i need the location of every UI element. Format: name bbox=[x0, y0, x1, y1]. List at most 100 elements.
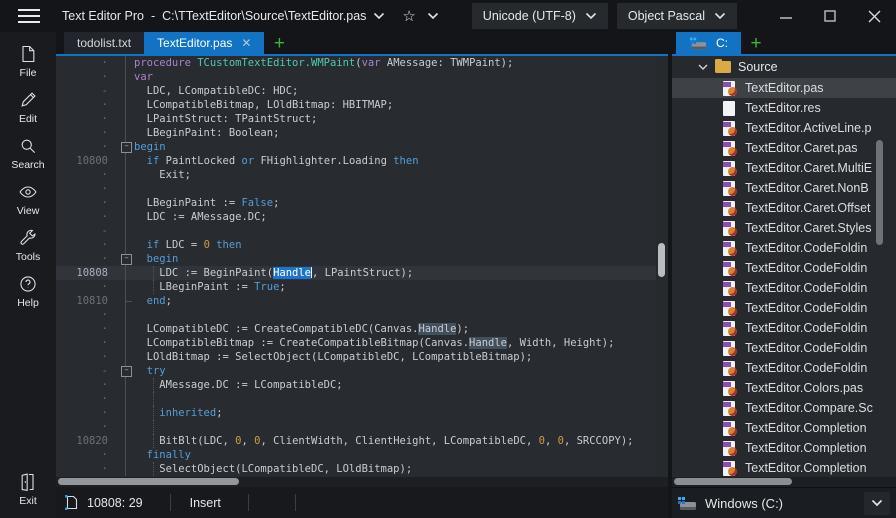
scrollbar-thumb[interactable] bbox=[674, 478, 792, 485]
app-name: Text Editor Pro bbox=[62, 9, 144, 23]
code-line[interactable]: · LBeginPaint := False; bbox=[56, 196, 656, 210]
tab-close-icon[interactable]: ✕ bbox=[241, 37, 251, 49]
file-item[interactable]: TextEditor.Caret.pas bbox=[672, 138, 896, 158]
line-number: · bbox=[101, 253, 108, 265]
code-text: begin bbox=[134, 141, 166, 153]
file-item[interactable]: TextEditor.Completion bbox=[672, 438, 896, 458]
code-line[interactable]: · bbox=[56, 420, 656, 434]
code-line[interactable]: · Exit; bbox=[56, 168, 656, 182]
menu-icon[interactable] bbox=[18, 9, 40, 23]
editor-horizontal-scrollbar[interactable] bbox=[56, 477, 668, 487]
file-item[interactable]: TextEditor.Caret.Offset bbox=[672, 198, 896, 218]
file-item[interactable]: TextEditor.CodeFoldin bbox=[672, 298, 896, 318]
scrollbar-thumb[interactable] bbox=[658, 243, 665, 277]
code-line[interactable]: · procedure TCustomTextEditor.WMPaint(var… bbox=[56, 56, 656, 70]
scrollbar-thumb[interactable] bbox=[58, 478, 239, 485]
code-line[interactable]: · LCompatibleDC := CreateCompatibleDC(Ca… bbox=[56, 322, 656, 336]
code-line[interactable]: · bbox=[56, 182, 656, 196]
explorer-vertical-scrollbar[interactable] bbox=[876, 140, 883, 245]
code-line[interactable]: - LDC, LCompatibleDC: HDC; bbox=[56, 84, 656, 98]
code-line[interactable]: · begin bbox=[56, 140, 656, 154]
file-item[interactable]: TextEditor.CodeFoldin bbox=[672, 318, 896, 338]
code-line[interactable]: · if LDC = 0 then bbox=[56, 238, 656, 252]
code-line[interactable]: · bbox=[56, 392, 656, 406]
code-line[interactable]: - bbox=[56, 224, 656, 238]
sidebar-item-search[interactable]: Search bbox=[0, 130, 56, 176]
code-line[interactable]: 10810 end; bbox=[56, 294, 656, 308]
minimize-button[interactable] bbox=[764, 0, 808, 32]
sidebar-item-tools[interactable]: Tools bbox=[0, 222, 56, 268]
encoding-selector[interactable]: Unicode (UTF-8) bbox=[471, 3, 608, 29]
code-line[interactable]: · LCompatibleBitmap, LOldBitmap: HBITMAP… bbox=[56, 98, 656, 112]
pascal-file-icon bbox=[722, 440, 737, 456]
sidebar-item-exit[interactable]: Exit bbox=[0, 466, 56, 512]
code-line[interactable]: · begin bbox=[56, 252, 656, 266]
chevron-down-icon bbox=[585, 12, 596, 20]
tab-texteditor-pas[interactable]: TextEditor.pas ✕ bbox=[144, 32, 265, 54]
new-tab-button[interactable]: + bbox=[264, 32, 294, 54]
file-item[interactable]: TextEditor.CodeFoldin bbox=[672, 358, 896, 378]
file-item[interactable]: TextEditor.CodeFoldin bbox=[672, 258, 896, 278]
file-item[interactable]: TextEditor.Caret.NonB bbox=[672, 178, 896, 198]
favorite-star-icon[interactable]: ☆ bbox=[402, 7, 415, 25]
code-fold-line bbox=[118, 462, 134, 476]
maximize-button[interactable] bbox=[808, 0, 852, 32]
code-line[interactable]: · LPaintStruct: TPaintStruct; bbox=[56, 112, 656, 126]
drive-selector-dropdown-button[interactable] bbox=[864, 491, 890, 515]
code-line[interactable]: · LDC := AMessage.DC; bbox=[56, 210, 656, 224]
code-fold-marker[interactable] bbox=[118, 364, 134, 378]
wrench-icon bbox=[20, 229, 36, 245]
file-item[interactable]: TextEditor.Caret.Styles bbox=[672, 218, 896, 238]
code-line[interactable]: 10800 if PaintLocked or FHighlighter.Loa… bbox=[56, 154, 656, 168]
file-item[interactable]: TextEditor.res bbox=[672, 98, 896, 118]
chevron-down-icon[interactable] bbox=[427, 12, 439, 20]
chevron-down-icon[interactable] bbox=[373, 12, 385, 20]
code-line[interactable]: · var bbox=[56, 70, 656, 84]
close-icon bbox=[868, 10, 880, 22]
code-line[interactable]: · bbox=[56, 308, 656, 322]
explorer-horizontal-scrollbar[interactable] bbox=[672, 477, 896, 487]
code-line[interactable]: · finally bbox=[56, 448, 656, 462]
tab-drive-c[interactable]: C: bbox=[676, 32, 741, 54]
file-item[interactable]: TextEditor.pas bbox=[672, 78, 896, 98]
sidebar-item-view[interactable]: View bbox=[0, 176, 56, 222]
code-line[interactable]: · LBeginPaint: Boolean; bbox=[56, 126, 656, 140]
line-number: · bbox=[101, 463, 108, 475]
code-line[interactable]: · LCompatibleBitmap := CreateCompatibleB… bbox=[56, 336, 656, 350]
code-fold-marker[interactable] bbox=[118, 252, 134, 266]
code-text: procedure TCustomTextEditor.WMPaint(var … bbox=[134, 57, 514, 69]
code-line[interactable]: · SelectObject(LCompatibleDC, LOldBitmap… bbox=[56, 462, 656, 476]
close-button[interactable] bbox=[852, 0, 896, 32]
sidebar-item-help[interactable]: Help bbox=[0, 268, 56, 314]
code-line[interactable]: · AMessage.DC := LCompatibleDC; bbox=[56, 378, 656, 392]
editor-vertical-scrollbar[interactable] bbox=[656, 56, 668, 477]
code-line[interactable]: · inherited; bbox=[56, 406, 656, 420]
sidebar-item-edit[interactable]: Edit bbox=[0, 84, 56, 130]
file-item[interactable]: TextEditor.CodeFoldin bbox=[672, 238, 896, 258]
file-name: TextEditor.Compare.Sc bbox=[745, 401, 873, 415]
file-item[interactable]: TextEditor.CodeFoldin bbox=[672, 278, 896, 298]
sidebar-item-file[interactable]: File bbox=[0, 38, 56, 84]
folder-source[interactable]: Source bbox=[672, 56, 896, 78]
code-line[interactable]: 10820 BitBlt(LDC, 0, 0, ClientWidth, Cli… bbox=[56, 434, 656, 448]
search-match-highlight: Handle bbox=[418, 323, 457, 335]
drive-selector[interactable]: Windows (C:) bbox=[672, 487, 896, 518]
code-line[interactable]: · LOldBitmap := SelectObject(LCompatible… bbox=[56, 350, 656, 364]
code-line[interactable]: - try bbox=[56, 364, 656, 378]
code-fold-marker[interactable] bbox=[118, 140, 134, 154]
file-item[interactable]: TextEditor.CodeFoldin bbox=[672, 338, 896, 358]
file-item[interactable]: TextEditor.Completion bbox=[672, 458, 896, 477]
code-fold-line bbox=[118, 378, 134, 392]
file-item[interactable]: TextEditor.Caret.MultiE bbox=[672, 158, 896, 178]
tab-todolist[interactable]: todolist.txt bbox=[64, 32, 145, 54]
code-text: end; bbox=[146, 295, 172, 307]
new-explorer-tab-button[interactable]: + bbox=[741, 32, 771, 54]
code-line[interactable]: · LBeginPaint := True; bbox=[56, 280, 656, 294]
file-item[interactable]: TextEditor.Completion bbox=[672, 418, 896, 438]
language-selector[interactable]: Object Pascal bbox=[616, 3, 737, 29]
file-item[interactable]: TextEditor.ActiveLine.p bbox=[672, 118, 896, 138]
file-item[interactable]: TextEditor.Colors.pas bbox=[672, 378, 896, 398]
code-line[interactable]: 10808 LDC := BeginPaint(Handle, LPaintSt… bbox=[56, 266, 656, 280]
code-editor[interactable]: · procedure TCustomTextEditor.WMPaint(var… bbox=[56, 56, 656, 477]
file-item[interactable]: TextEditor.Compare.Sc bbox=[672, 398, 896, 418]
